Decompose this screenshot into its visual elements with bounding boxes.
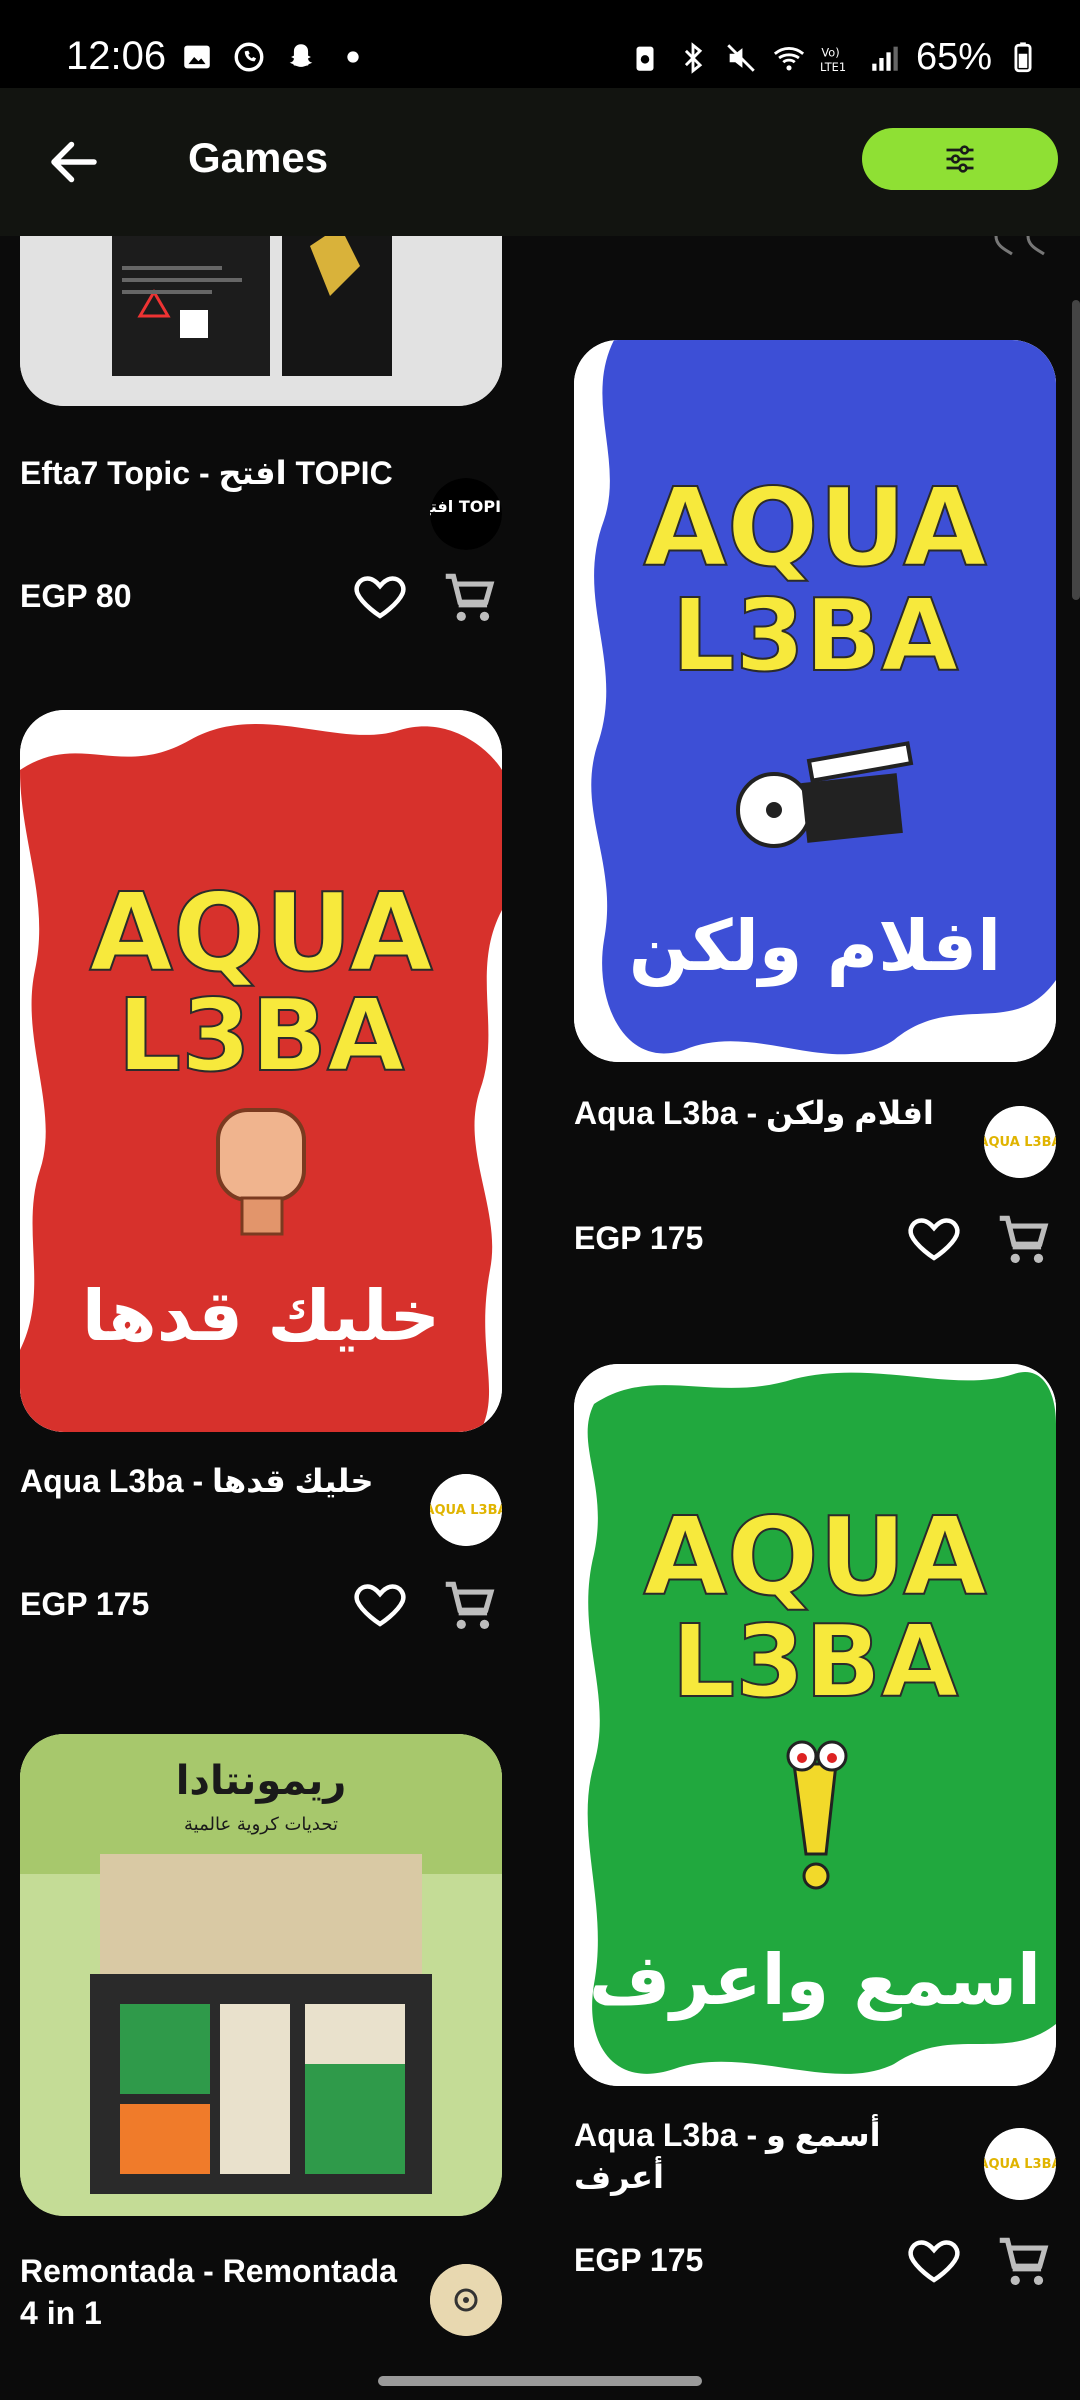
remontada-subtitle: تحديات كروية عالمية xyxy=(184,1814,338,1835)
system-icons: Vo) LTE1 65% xyxy=(628,36,1040,79)
product-image[interactable]: AQUA L3BA اسمع واعرف xyxy=(574,1364,1056,2086)
brand-logo-topic: افتح TOPIC xyxy=(430,478,502,550)
product-name[interactable]: Aqua L3ba - أسمع و أعرف xyxy=(574,2114,954,2198)
back-button[interactable] xyxy=(44,132,104,192)
product-image[interactable]: AQUA L3BA افلام ولكن xyxy=(574,340,1056,1062)
battery-icon xyxy=(1014,41,1032,72)
sliders-icon xyxy=(946,145,974,173)
logo-text: AQUA L3BA xyxy=(984,2157,1056,2172)
remontada-box-art: ريمونتادا تحديات كروية عالمية xyxy=(20,1734,502,2216)
product-card-aqua-khaleek[interactable]: AQUA L3BA خليك قدها Aqua L3ba - خليك قده… xyxy=(20,710,502,1670)
product-image[interactable]: ريمونتادا تحديات كروية عالمية xyxy=(20,1734,502,2216)
add-to-cart-icon[interactable] xyxy=(992,1208,1054,1270)
battery-percent: 65% xyxy=(915,36,992,78)
mute-icon xyxy=(727,43,755,72)
scrollbar[interactable] xyxy=(1072,300,1080,600)
aqua-title-2: L3BA xyxy=(118,977,405,1094)
aqua-title-1: AQUA xyxy=(643,466,987,591)
gallery-icon xyxy=(184,45,210,69)
add-to-cart-icon[interactable] xyxy=(438,1574,500,1636)
aqua-title-2: L3BA xyxy=(672,577,959,694)
svg-text:Vo): Vo) xyxy=(821,45,839,59)
wishlist-heart-icon[interactable] xyxy=(350,1574,410,1634)
efta7-box-art xyxy=(20,236,502,406)
app-bar: Games xyxy=(0,88,1080,236)
logo-text: AQUA L3BA xyxy=(430,1503,502,1518)
home-gesture-handle[interactable] xyxy=(378,2376,702,2386)
product-image[interactable]: AQUA L3BA خليك قدها xyxy=(20,710,502,1432)
product-name[interactable]: Remontada - Remontada 4 in 1 xyxy=(20,2250,400,2334)
system-nav-bar xyxy=(0,2360,1080,2400)
product-image[interactable] xyxy=(20,236,502,406)
page-title: Games xyxy=(188,134,329,181)
battery-saver-icon xyxy=(636,46,654,71)
product-grid[interactable]: Efta7 Topic - افتح TOPIC افتح TOPIC EGP … xyxy=(0,236,1080,2360)
filter-button[interactable] xyxy=(862,128,1058,190)
product-name[interactable]: Aqua L3ba - خليك قدها xyxy=(20,1460,400,1502)
svg-text:LTE1: LTE1 xyxy=(820,59,846,73)
aqua-arabic-title: خليك قدها xyxy=(82,1275,440,1357)
wishlist-heart-icon[interactable] xyxy=(350,566,410,626)
aqua-arabic-title: افلام ولكن xyxy=(629,905,1001,988)
lte-icon: Vo)LTE1 xyxy=(820,45,846,73)
status-bar: 12:06 Vo) LTE1 65% xyxy=(0,0,1080,88)
product-card-efta7[interactable]: Efta7 Topic - افتح TOPIC افتح TOPIC EGP … xyxy=(20,236,502,656)
logo-text: AQUA L3BA xyxy=(984,1135,1056,1150)
product-card-aqua-aflam[interactable]: AQUA L3BA افلام ولكن Aqua L3ba - افلام و… xyxy=(574,340,1056,1300)
wishlist-heart-icon[interactable] xyxy=(904,2230,964,2290)
signal-icon xyxy=(872,46,898,71)
aqua-blue-art: AQUA L3BA افلام ولكن xyxy=(574,340,1056,1062)
snapchat-icon xyxy=(289,44,313,67)
brand-logo-aqua: AQUA L3BA xyxy=(984,2128,1056,2200)
add-to-cart-icon[interactable] xyxy=(438,566,500,628)
aqua-green-art: AQUA L3BA اسمع واعرف xyxy=(574,1364,1056,2086)
bluetooth-icon xyxy=(684,41,703,74)
brand-logo-aqua: AQUA L3BA xyxy=(430,1474,502,1546)
remontada-title: ريمونتادا xyxy=(176,1758,347,1804)
wishlist-heart-icon[interactable] xyxy=(904,1208,964,1268)
status-time: 12:06 xyxy=(66,34,167,78)
brand-logo-aqua: AQUA L3BA xyxy=(984,1106,1056,1178)
aqua-title-2: L3BA xyxy=(672,1603,959,1720)
product-card-aqua-esma3[interactable]: AQUA L3BA اسمع واعرف Aqua L3ba - أسمع و … xyxy=(574,1364,1056,2344)
aqua-title-1: AQUA xyxy=(643,1495,987,1620)
more-dot-icon xyxy=(347,51,359,63)
add-to-cart-icon[interactable] xyxy=(992,2230,1054,2292)
product-card-remontada[interactable]: ريمونتادا تحديات كروية عالمية Remontada … xyxy=(20,1734,502,2360)
wifi-icon xyxy=(773,46,805,70)
partial-wishlist-heart-icon xyxy=(994,236,1045,256)
brand-logo-remontada xyxy=(430,2264,502,2336)
notification-icons xyxy=(180,40,370,74)
aqua-red-art: AQUA L3BA خليك قدها xyxy=(20,710,502,1432)
aqua-arabic-title: اسمع واعرف xyxy=(589,1939,1041,2021)
product-name[interactable]: Efta7 Topic - افتح TOPIC xyxy=(20,452,400,494)
product-name[interactable]: Aqua L3ba - افلام ولكن xyxy=(574,1092,954,1134)
logo-text: افتح TOPIC xyxy=(430,497,502,516)
product-price: EGP 175 xyxy=(574,1220,704,1256)
product-price: EGP 80 xyxy=(20,578,132,614)
product-price: EGP 175 xyxy=(574,2242,704,2278)
product-price: EGP 175 xyxy=(20,1586,150,1622)
whatsapp-icon xyxy=(234,42,264,72)
